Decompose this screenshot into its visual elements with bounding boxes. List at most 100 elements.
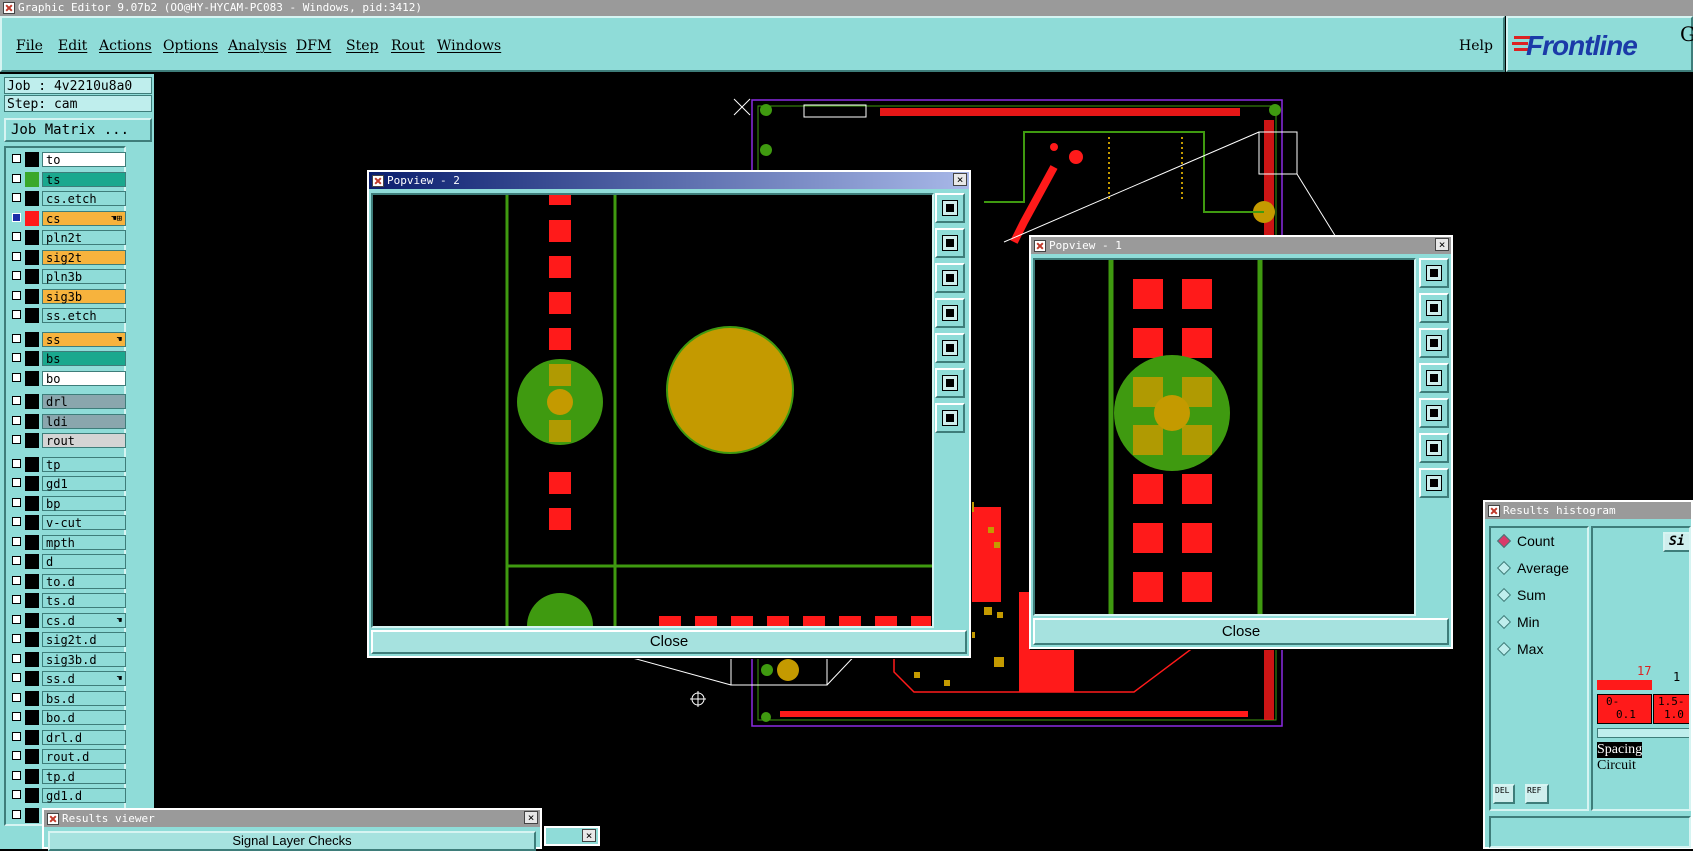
layer-name[interactable]: ts [42,171,126,187]
layer-checkbox[interactable] [12,556,21,565]
check-item-spacing[interactable]: Spacing [1597,742,1643,758]
popview-1-titlebar[interactable]: Popview - 1 × [1031,237,1451,254]
layer-checkbox[interactable] [12,536,21,546]
layer-color-swatch[interactable] [25,210,39,226]
layer-row-rout-d[interactable]: rout.d [10,749,128,764]
layer-color-swatch[interactable] [25,249,39,265]
pan-left-icon[interactable] [1419,363,1449,393]
layer-row-cs[interactable]: cs ☚⊞ [10,210,128,226]
popview-2-canvas[interactable] [371,193,934,628]
layer-name[interactable]: ldi [42,413,126,429]
option-sum[interactable]: Sum [1496,587,1546,603]
zoom-out-icon[interactable] [935,403,965,433]
menu-dfm[interactable]: DFM [296,38,331,54]
layer-row-sig3b-d[interactable]: sig3b.d [10,651,128,667]
layer-color-swatch[interactable] [25,191,39,206]
layer-checkbox[interactable] [12,353,21,362]
layer-row-bs[interactable]: bs [10,351,128,366]
layer-name[interactable]: ts.d [42,593,126,608]
layer-color-swatch[interactable] [25,768,39,784]
menu-actions[interactable]: Actions [99,38,152,54]
popview-1-close-icon[interactable]: × [1435,238,1449,251]
ref-button[interactable]: REF [1525,784,1549,804]
layer-color-swatch[interactable] [25,690,39,706]
layer-name[interactable]: rout [42,433,126,448]
layer-row-ldi[interactable]: ldi [10,413,128,429]
menu-help[interactable]: Help [1459,38,1493,54]
layer-row-sig2t-d[interactable]: sig2t.d [10,632,128,647]
layer-checkbox[interactable] [12,809,21,819]
layer-name[interactable]: sig2t [42,249,126,265]
popview-1-close-button[interactable]: Close [1033,618,1449,645]
layer-color-swatch[interactable] [25,515,39,530]
layer-name[interactable]: gd1.d [42,788,126,803]
layer-checkbox[interactable] [12,310,21,319]
layer-name[interactable]: ss.etch [42,308,126,323]
layer-name[interactable]: bo.d [42,710,126,725]
results-viewer-close-icon[interactable]: × [524,811,538,824]
layer-color-swatch[interactable] [25,573,39,589]
layer-checkbox[interactable] [12,770,21,780]
layer-color-swatch[interactable] [25,495,39,511]
layer-checkbox[interactable] [12,751,21,760]
menu-edit[interactable]: Edit [58,38,87,54]
results-viewer-header[interactable]: Signal Layer Checks [48,831,536,851]
layer-row-d[interactable]: d [10,554,128,569]
option-max[interactable]: Max [1496,641,1543,657]
layer-color-swatch[interactable] [25,288,39,304]
layer-checkbox[interactable] [12,517,21,526]
layer-row-bs-d[interactable]: bs.d [10,690,128,706]
layer-name[interactable]: mpth [42,534,126,550]
histogram-scrollbar[interactable] [1597,728,1689,738]
layer-checkbox[interactable] [12,415,21,425]
layer-checkbox[interactable] [12,712,21,721]
histogram-titlebar[interactable]: Results histogram [1485,502,1691,519]
layer-row-gd1-d[interactable]: gd1.d [10,788,128,803]
layer-color-swatch[interactable] [25,632,39,647]
layer-name[interactable]: cs.etch [42,191,126,206]
layer-color-swatch[interactable] [25,651,39,667]
layer-name[interactable]: to [42,152,126,167]
bin-1[interactable]: 1.5- 1.0 [1653,694,1689,724]
layer-color-swatch[interactable] [25,433,39,448]
layer-color-swatch[interactable] [25,788,39,803]
del-button[interactable]: DEL [1493,784,1515,804]
menu-rout[interactable]: Rout [391,38,425,54]
layer-row-pln3b[interactable]: pln3b [10,269,128,284]
layer-row-pln2t[interactable]: pln2t [10,230,128,245]
layer-color-swatch[interactable] [25,152,39,167]
layer-color-swatch[interactable] [25,351,39,366]
layer-checkbox[interactable] [12,692,21,702]
layer-row-tp[interactable]: tp [10,456,128,472]
layer-row-ts[interactable]: ts [10,171,128,187]
layer-row-ss-d[interactable]: ss.d ☚ [10,671,128,686]
layer-row-cs-etch[interactable]: cs.etch [10,191,128,206]
layer-name[interactable]: cs.d ☚ [42,612,126,628]
secondary-window-close-icon[interactable]: × [582,829,596,842]
pan-down-icon[interactable] [935,263,965,293]
layer-row-ss-etch[interactable]: ss.etch [10,308,128,323]
layer-row-bo[interactable]: bo [10,370,128,386]
layer-checkbox[interactable] [12,154,21,163]
layer-color-swatch[interactable] [25,612,39,628]
layer-checkbox[interactable] [12,173,21,183]
layer-row-ts-d[interactable]: ts.d [10,593,128,608]
layer-name[interactable]: pln2t [42,230,126,245]
layer-color-swatch[interactable] [25,370,39,386]
layer-row-sig3b[interactable]: sig3b [10,288,128,304]
layer-row-sig2t[interactable]: sig2t [10,249,128,265]
layer-color-swatch[interactable] [25,476,39,491]
pan-left-icon[interactable] [935,298,965,328]
layer-row-to[interactable]: to [10,152,128,167]
layer-row-bp[interactable]: bp [10,495,128,511]
layer-checkbox[interactable] [12,653,21,663]
layer-color-swatch[interactable] [25,331,39,347]
layer-checkbox[interactable] [12,458,21,468]
layer-name[interactable]: tp [42,456,126,472]
layer-color-swatch[interactable] [25,171,39,187]
layer-name[interactable]: drl.d [42,729,126,745]
layer-checkbox[interactable] [12,497,21,507]
layer-name[interactable]: ss ☚ [42,331,126,347]
popview-2-close-icon[interactable]: × [953,173,967,186]
layer-checkbox[interactable] [12,478,21,487]
